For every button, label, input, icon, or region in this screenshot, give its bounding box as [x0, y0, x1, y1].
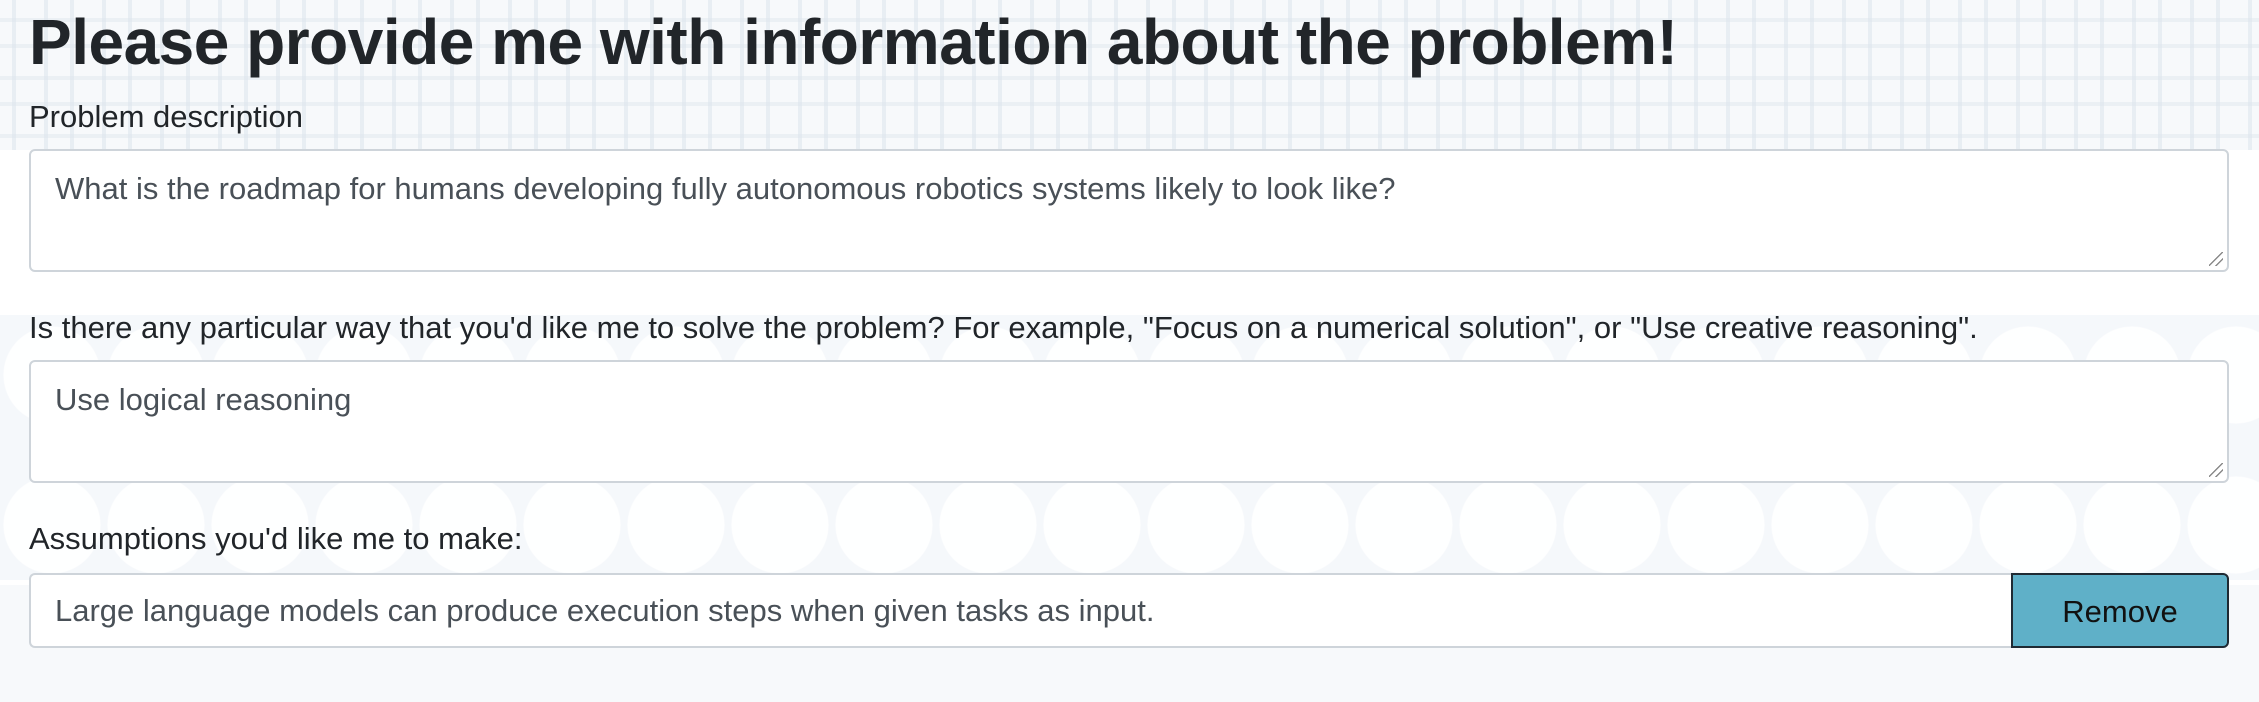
- problem-description-label: Problem description: [29, 99, 303, 134]
- page-title: Please provide me with information about…: [29, 6, 1678, 78]
- assumption-row: Large language models can produce execut…: [29, 573, 2229, 648]
- assumptions-label: Assumptions you'd like me to make:: [29, 521, 523, 556]
- solve-approach-textarea[interactable]: Use logical reasoning: [29, 360, 2229, 483]
- remove-assumption-button[interactable]: Remove: [2011, 573, 2229, 648]
- solve-approach-value: Use logical reasoning: [55, 382, 352, 417]
- problem-description-textarea[interactable]: What is the roadmap for humans developin…: [29, 149, 2229, 272]
- solve-approach-label: Is there any particular way that you'd l…: [29, 310, 1978, 345]
- resize-grip-icon[interactable]: [2209, 463, 2223, 477]
- assumption-input[interactable]: Large language models can produce execut…: [29, 573, 2011, 648]
- resize-grip-icon[interactable]: [2209, 252, 2223, 266]
- problem-description-value: What is the roadmap for humans developin…: [55, 171, 1396, 206]
- problem-form: Please provide me with information about…: [29, 0, 2229, 648]
